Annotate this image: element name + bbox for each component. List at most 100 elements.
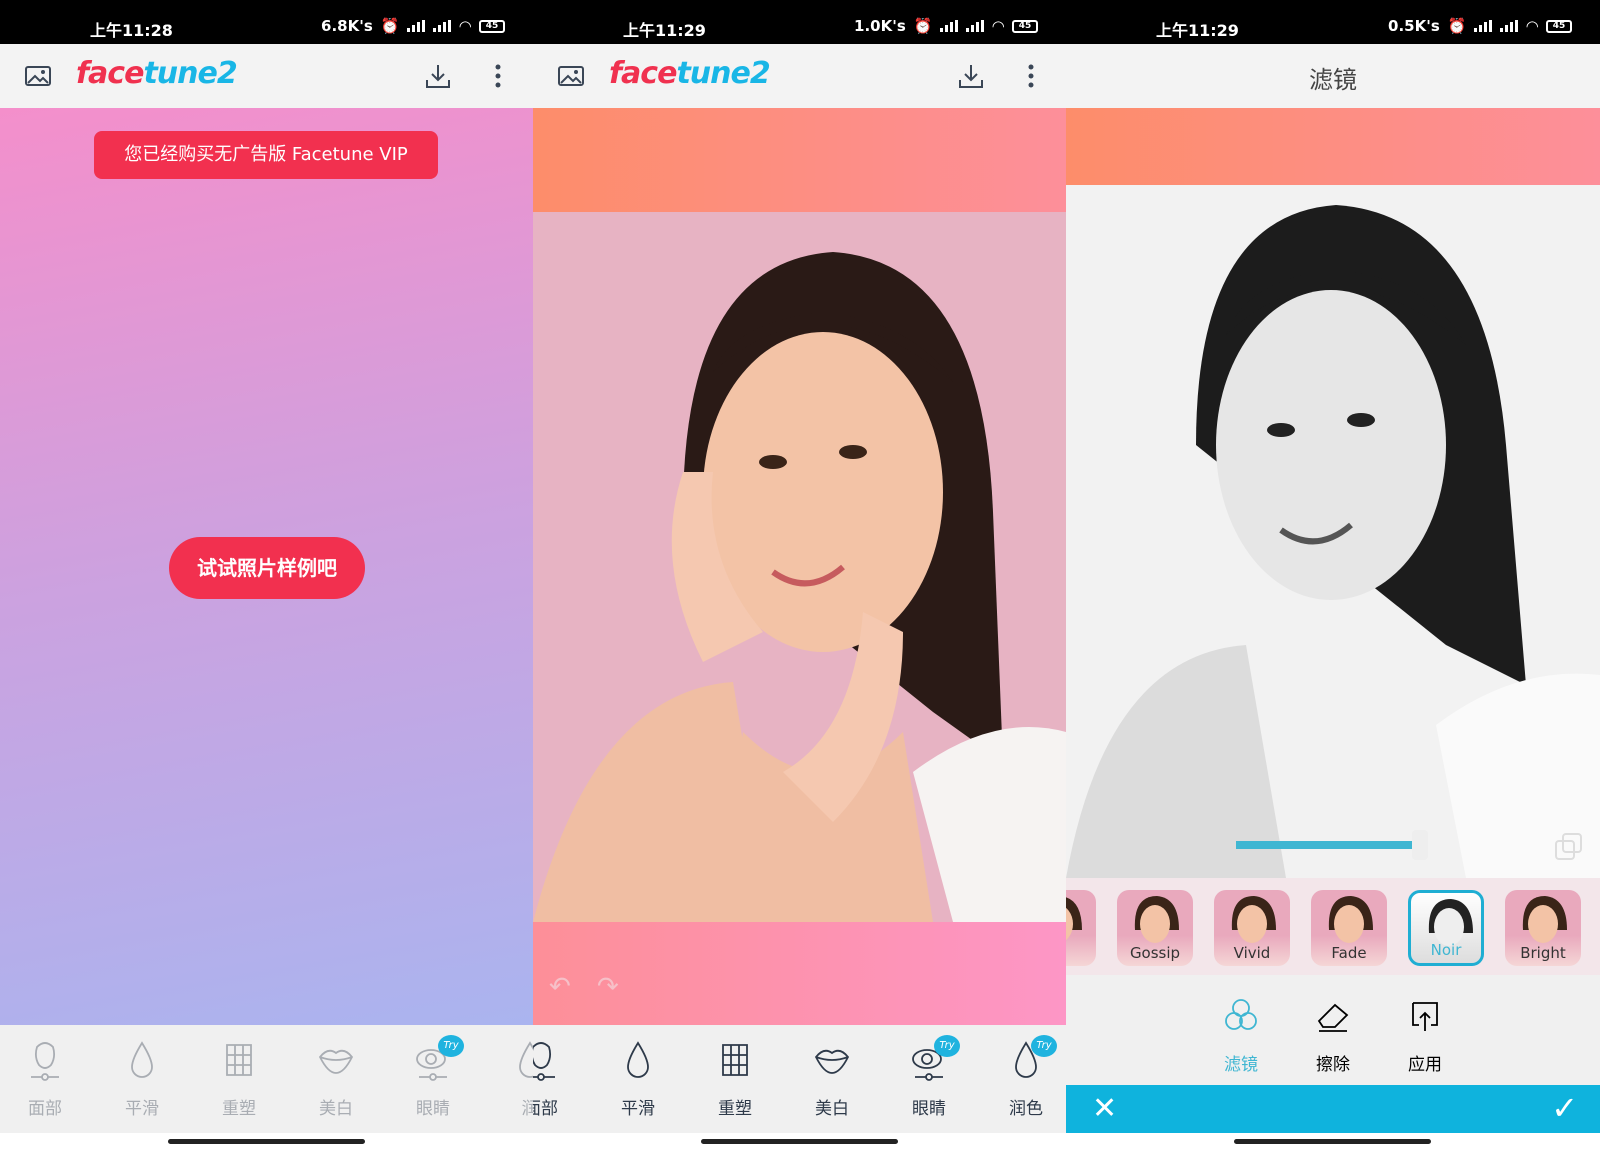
canvas-top-band bbox=[1066, 108, 1600, 185]
tool-lips[interactable]: 美白 bbox=[797, 1039, 867, 1119]
tool-label: 面部 bbox=[533, 1099, 558, 1119]
status-bar: 上午11:29 0.5K's ⏰ ◠ 45 bbox=[1066, 0, 1600, 44]
tool-label: 润 bbox=[521, 1099, 534, 1119]
download-icon[interactable] bbox=[424, 62, 452, 90]
filter-label: Vivid bbox=[1233, 944, 1271, 962]
wifi-icon: ◠ bbox=[992, 17, 1004, 35]
battery-icon: 45 bbox=[1546, 19, 1572, 33]
filter-thumb-vivid[interactable]: Vivid bbox=[1214, 890, 1290, 966]
filter-thumb-fade[interactable]: Fade bbox=[1311, 890, 1387, 966]
signal-icon bbox=[407, 20, 426, 32]
download-icon[interactable] bbox=[957, 62, 985, 90]
tool-bar: 面部 平滑 重塑 美白 Try 眼睛 Try 润色 bbox=[533, 1025, 1066, 1133]
action-bar: ✕ ✓ bbox=[1066, 1085, 1600, 1133]
signal-icon bbox=[433, 20, 452, 32]
try-badge: Try bbox=[1031, 1035, 1057, 1057]
tool-label: 美白 bbox=[319, 1099, 353, 1119]
tool-label: 滤镜 bbox=[1224, 1055, 1258, 1075]
tool-drop[interactable]: Try 润色 bbox=[991, 1035, 1061, 1119]
undo-icon[interactable]: ↶ bbox=[549, 972, 571, 1002]
try-badge: Try bbox=[438, 1035, 464, 1057]
filter-thumb-bright[interactable]: Bright bbox=[1505, 890, 1581, 966]
status-time: 上午11:29 bbox=[1156, 21, 1239, 40]
filter-strip: sé Gossip Vivid Fade Noir Bright bbox=[1066, 878, 1600, 975]
vip-banner: 您已经购买无广告版 Facetune VIP bbox=[94, 131, 438, 179]
signal-icon bbox=[1474, 20, 1493, 32]
tool-eye[interactable]: Try 眼睛 bbox=[894, 1035, 964, 1119]
tool-lips[interactable]: 美白 bbox=[301, 1039, 371, 1119]
filter-label: Bright bbox=[1520, 944, 1566, 962]
tool-label: 面部 bbox=[28, 1099, 62, 1119]
status-time: 上午11:28 bbox=[90, 21, 173, 40]
facetune-logo: facetune2 bbox=[609, 56, 771, 91]
wifi-icon: ◠ bbox=[459, 17, 471, 35]
tool-label: 擦除 bbox=[1316, 1055, 1350, 1075]
compare-icon[interactable] bbox=[1554, 832, 1584, 862]
grid-icon bbox=[226, 1044, 252, 1076]
signal-icon bbox=[966, 20, 985, 32]
apply-icon bbox=[1412, 1002, 1438, 1031]
screen-filters: 上午11:29 0.5K's ⏰ ◠ 45 滤镜 sé Gossip Vivid Fa… bbox=[1066, 0, 1600, 1156]
battery-icon: 45 bbox=[1012, 19, 1038, 33]
page-title: 滤镜 bbox=[1309, 66, 1357, 94]
portrait-photo-noir[interactable] bbox=[1066, 185, 1600, 878]
filter-strength-slider[interactable] bbox=[1236, 830, 1486, 860]
face-icon bbox=[533, 1042, 555, 1081]
tool-face[interactable]: 面部 bbox=[10, 1039, 80, 1119]
tool-label: 美白 bbox=[815, 1099, 849, 1119]
tool-drop[interactable]: 润 bbox=[495, 1039, 533, 1119]
confirm-button[interactable]: ✓ bbox=[1551, 1089, 1578, 1127]
filter-label: Noir bbox=[1430, 941, 1462, 959]
filter-icon bbox=[1225, 999, 1257, 1030]
screen-home-empty: 上午11:28 6.8K's ⏰ ◠ 45 facetune2 您已经购买无广告… bbox=[0, 0, 533, 1156]
more-icon[interactable] bbox=[1017, 62, 1045, 90]
canvas-bottom-band: ↶ ↷ bbox=[533, 922, 1066, 1025]
tool-label: 重塑 bbox=[222, 1099, 256, 1119]
alarm-icon: ⏰ bbox=[380, 17, 400, 35]
tool-grid[interactable]: 重塑 bbox=[204, 1039, 274, 1119]
filter-thumb-sé[interactable]: sé bbox=[1066, 890, 1096, 966]
filter-label: Gossip bbox=[1129, 944, 1181, 962]
redo-icon[interactable]: ↷ bbox=[597, 972, 619, 1002]
tool-apply[interactable]: 应用 bbox=[1390, 995, 1460, 1075]
tool-label: 润色 bbox=[1009, 1099, 1043, 1119]
tool-grid[interactable]: 重塑 bbox=[700, 1039, 770, 1119]
app-header: facetune2 bbox=[0, 44, 533, 108]
signal-icon bbox=[940, 20, 959, 32]
tool-drop[interactable]: 平滑 bbox=[107, 1039, 177, 1119]
filter-thumb-noir[interactable]: Noir bbox=[1408, 890, 1484, 966]
screen-editor: 上午11:29 1.0K's ⏰ ◠ 45 facetune2 ↶ ↷ 面部 平滑… bbox=[533, 0, 1066, 1156]
network-speed: 6.8K's bbox=[321, 17, 373, 35]
tool-filter[interactable]: 滤镜 bbox=[1206, 995, 1276, 1075]
tool-label: 重塑 bbox=[718, 1099, 752, 1119]
filter-thumb-gossip[interactable]: Gossip bbox=[1117, 890, 1193, 966]
filter-label: Fade bbox=[1331, 944, 1367, 962]
home-indicator bbox=[1234, 1139, 1431, 1144]
canvas-top-band bbox=[533, 108, 1066, 212]
facetune-logo: facetune2 bbox=[76, 56, 238, 91]
tool-drop[interactable]: 平滑 bbox=[603, 1039, 673, 1119]
gallery-icon[interactable] bbox=[24, 62, 52, 90]
tool-bar: 面部 平滑 重塑 美白 Try 眼睛 润 bbox=[0, 1025, 533, 1133]
face-icon bbox=[31, 1042, 59, 1081]
tool-eye[interactable]: Try 眼睛 bbox=[398, 1035, 468, 1119]
alarm-icon: ⏰ bbox=[913, 17, 933, 35]
tool-label: 眼睛 bbox=[416, 1099, 450, 1119]
tool-label: 眼睛 bbox=[912, 1099, 946, 1119]
alarm-icon: ⏰ bbox=[1447, 17, 1467, 35]
app-header: 滤镜 bbox=[1066, 44, 1600, 108]
status-time: 上午11:29 bbox=[623, 21, 706, 40]
portrait-photo[interactable] bbox=[533, 212, 1066, 922]
cancel-button[interactable]: ✕ bbox=[1092, 1091, 1117, 1126]
tool-eraser[interactable]: 擦除 bbox=[1298, 995, 1368, 1075]
lips-icon bbox=[318, 1049, 354, 1074]
tool-face[interactable]: 面部 bbox=[533, 1039, 576, 1119]
gallery-icon[interactable] bbox=[557, 62, 585, 90]
lips-icon bbox=[814, 1049, 850, 1074]
signal-icon bbox=[1500, 20, 1519, 32]
try-sample-button[interactable]: 试试照片样例吧 bbox=[169, 537, 365, 599]
more-icon[interactable] bbox=[484, 62, 512, 90]
eraser-icon bbox=[1317, 1003, 1349, 1032]
network-speed: 1.0K's bbox=[854, 17, 906, 35]
grid-icon bbox=[722, 1044, 748, 1076]
